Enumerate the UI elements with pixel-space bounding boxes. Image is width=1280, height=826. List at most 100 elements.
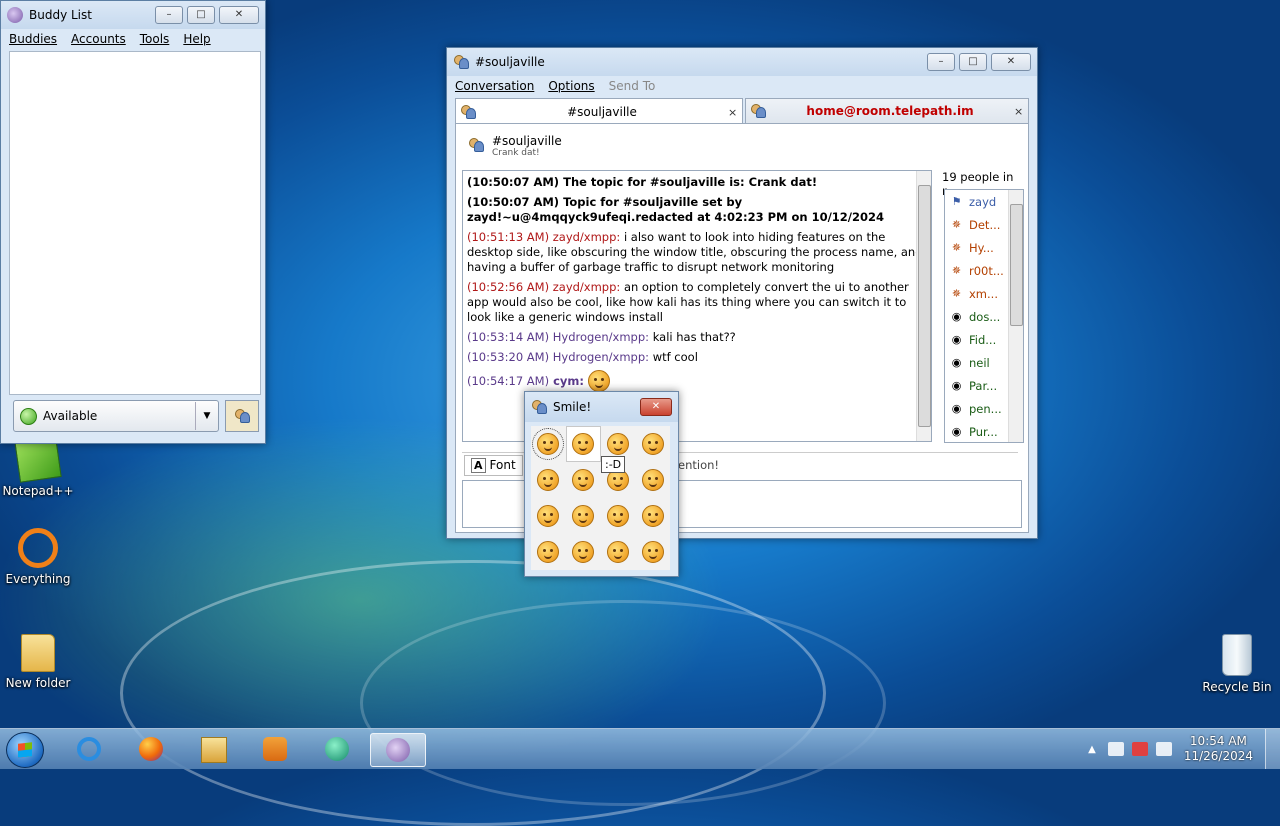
shocked-icon [572,469,595,491]
smiley-surprised[interactable] [635,534,670,570]
close-button[interactable]: ✕ [991,53,1031,71]
tab-label: home@room.telepath.im [806,104,974,118]
tab-label: #souljaville [567,105,637,119]
smiley-tongue[interactable] [531,462,566,498]
message-sender[interactable]: zayd/xmpp: [553,280,621,294]
surprised-icon [641,541,664,563]
desktop-icon-notepad[interactable]: Notepad++ [0,435,76,498]
buddy-list-area[interactable] [9,51,261,395]
smiley-grin[interactable] [565,426,601,462]
firefox-icon [139,737,163,761]
attention-button[interactable]: ention! [678,458,719,472]
taskbar-internet-explorer[interactable] [62,733,116,765]
clock-date: 11/26/2024 [1183,749,1253,763]
message-sender[interactable]: Hydrogen/xmpp: [553,350,649,364]
member-name: xm... [969,286,998,301]
menu-buddies[interactable]: Buddies [9,32,57,46]
system-message: (10:50:07 AM) The topic for #souljaville… [467,175,927,190]
message-sender[interactable]: zayd/xmpp: [553,230,621,244]
close-button[interactable]: ✕ [640,398,672,416]
tab-souljaville[interactable]: #souljaville × [455,98,743,125]
flag-icon[interactable] [1155,742,1172,756]
buddy-list-menubar: Buddies Accounts Tools Help [1,29,265,49]
smiley-picker-window: Smile! ✕ [524,391,679,577]
smiley-shocked[interactable] [566,462,601,498]
buddy-list-window: Buddy List – □ ✕ Buddies Accounts Tools … [0,0,266,444]
smiley-angel[interactable] [635,498,670,534]
font-button[interactable]: A Font [464,454,523,476]
member-name: neil [969,355,990,370]
taskbar-file-explorer[interactable] [186,733,240,765]
minimize-button[interactable]: – [155,6,183,24]
message-log-scrollbar[interactable] [916,171,931,441]
smiley-crying[interactable] [566,498,601,534]
close-tab-icon[interactable]: × [728,106,742,119]
tab-home-room[interactable]: home@room.telepath.im × [745,98,1029,124]
smiley-smile[interactable] [531,426,566,462]
smiley-picker-titlebar[interactable]: Smile! ✕ [525,392,678,422]
desktop-icon-recycle-bin[interactable]: Recycle Bin [1199,634,1275,694]
clock-time: 10:54 AM [1189,734,1247,748]
message-text: The topic for #souljaville is: Crank dat… [563,175,818,189]
chevron-down-icon[interactable]: ▼ [195,402,218,430]
maximize-button[interactable]: □ [187,6,215,24]
room-member-list[interactable]: ⚑ zayd ✵ Det... ✵ Hy... ✵ r00t... ✵ xm... ◉ do… [944,189,1024,443]
clock[interactable]: 10:54 AM 11/26/2024 [1184,734,1253,764]
maximize-button[interactable]: □ [959,53,987,71]
smiley-tooltip: :-D [601,456,626,473]
smiley-worried[interactable] [566,534,601,570]
taskbar-pidgin[interactable] [370,733,426,767]
desktop-icon-new-folder[interactable]: New folder [0,634,76,690]
star-icon: ✵ [951,217,962,231]
smiley-neutral[interactable] [531,498,566,534]
smile-icon [532,428,565,460]
menu-options[interactable]: Options [548,79,594,93]
taskbar-signal[interactable] [310,733,364,765]
smiley-blush[interactable] [531,534,566,570]
member-name: Fid... [969,332,997,347]
desktop-icon-everything[interactable]: Everything [0,528,76,586]
folder-icon [21,634,55,672]
broadcast-icon: ◉ [951,332,962,346]
action-center-icon[interactable] [1107,742,1124,756]
smiley-confused[interactable] [601,498,636,534]
menu-accounts[interactable]: Accounts [71,32,126,46]
window-title: Smile! [553,400,592,414]
close-button[interactable]: ✕ [219,6,259,24]
menu-tools[interactable]: Tools [140,32,170,46]
show-desktop-button[interactable] [1265,729,1280,769]
broadcast-icon: ◉ [951,378,962,392]
member-name: pen... [969,401,1002,416]
taskbar-firefox[interactable] [124,733,178,765]
message-sender[interactable]: cym: [553,374,584,389]
minimize-button[interactable]: – [927,53,955,71]
close-tab-icon[interactable]: × [1014,105,1028,118]
grin-icon [572,433,595,455]
show-hidden-icons-icon[interactable]: ▲ [1088,744,1096,755]
desktop-icon-label: New folder [5,676,71,690]
member-name: Pur... [969,424,998,439]
smiley-wink[interactable] [635,426,670,462]
chat-message: (10:52:56 AM) zayd/xmpp: an option to co… [467,280,927,325]
message-time: (10:52:56 AM) [467,280,550,294]
message-sender[interactable]: Hydrogen/xmpp: [553,330,649,344]
scrollbar-thumb[interactable] [1010,204,1023,326]
member-list-scrollbar[interactable] [1008,190,1023,442]
media-player-icon [263,737,287,761]
buddy-list-titlebar[interactable]: Buddy List – □ ✕ [1,1,265,29]
menu-conversation[interactable]: Conversation [455,79,534,93]
wink-icon [641,433,664,455]
volume-muted-icon[interactable] [1131,742,1148,756]
broadcast-icon: ◉ [951,424,962,438]
status-selector[interactable]: Available ▼ [13,400,219,432]
start-button[interactable] [6,732,44,768]
menu-help[interactable]: Help [183,32,210,46]
taskbar-media-player[interactable] [248,733,302,765]
chat-titlebar[interactable]: #souljaville – □ ✕ [447,48,1037,76]
font-button-label: Font [489,458,516,472]
menu-send-to[interactable]: Send To [609,79,656,93]
smiley-embarrassed[interactable] [601,534,636,570]
buddy-icon-button[interactable] [225,400,259,432]
smiley-cool[interactable] [635,462,670,498]
scrollbar-thumb[interactable] [918,185,931,427]
